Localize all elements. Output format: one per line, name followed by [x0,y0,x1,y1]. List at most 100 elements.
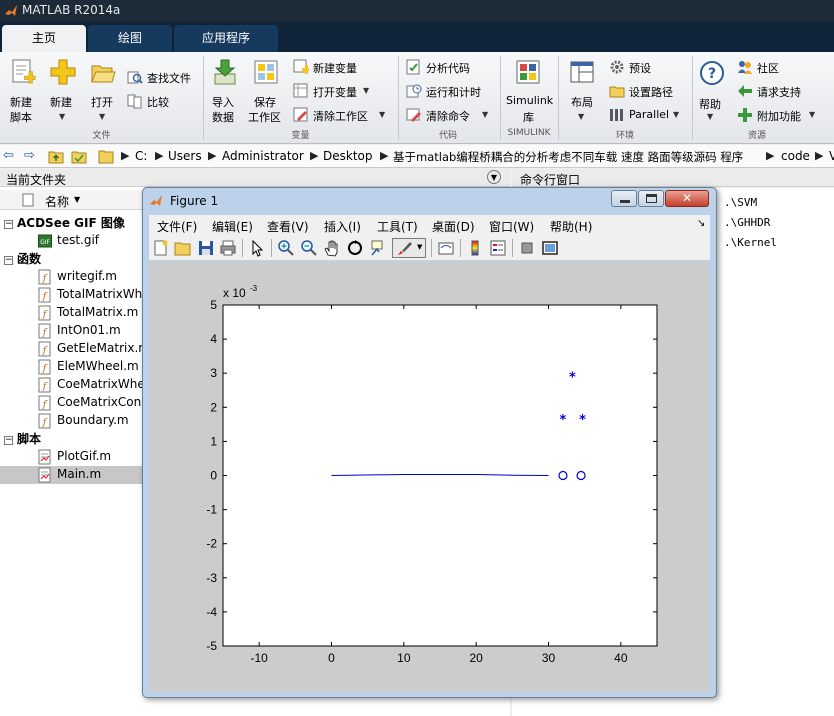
new-variable-button[interactable]: 新建变量 [293,58,393,76]
new-button[interactable]: 新建 ▼ [46,56,80,124]
ribbon-toolstrip: 新建 脚本 新建 ▼ 打开 ▼ 查找文件 比较 文件 导入 数据 保存 工作区 … [0,52,834,144]
collapse-icon[interactable]: − [4,436,13,445]
link-plot-icon[interactable] [437,239,455,257]
file-group-header[interactable]: − 函数 [4,250,41,267]
colorbar-icon[interactable] [466,239,484,257]
save-icon[interactable] [197,239,215,257]
new-figure-icon[interactable] [152,239,170,257]
clear-commands-button[interactable]: 清除命令 ▼ [406,106,496,124]
tab-plots[interactable]: 绘图 [88,25,172,52]
show-plot-tools-icon[interactable] [541,239,559,257]
add-ons-button[interactable]: 附加功能 ▼ [737,106,827,124]
hide-plot-tools-icon[interactable] [518,239,536,257]
data-cursor-icon[interactable] [369,239,387,257]
figure-window[interactable]: Figure 1 ✕ 文件(F) 编辑(E) 查看(V) 插入(I) 工具(T)… [142,187,717,698]
community-button[interactable]: 社区 [737,58,827,76]
open-variable-button[interactable]: 打开变量 ▼ [293,82,393,100]
save-workspace-button[interactable]: 保存 工作区 [246,56,286,124]
parallel-button[interactable]: Parallel ▼ [609,106,689,124]
layout-label: 布局 [571,96,593,109]
menu-tools[interactable]: 工具(T) [377,218,418,235]
zoom-in-icon[interactable] [277,239,295,257]
menu-edit[interactable]: 编辑(E) [212,218,253,235]
import-label-1: 导入 [212,96,234,109]
path-segment[interactable]: C: [135,149,147,163]
run-and-time-button[interactable]: 运行和计时 [406,82,496,100]
tab-apps[interactable]: 应用程序 [174,25,278,52]
svg-text:?: ? [708,66,716,82]
zoom-out-icon[interactable] [300,239,318,257]
open-file-icon[interactable] [174,239,192,257]
path-segment[interactable]: Users [168,149,202,163]
brush-tool-button[interactable]: ▼ [392,238,426,258]
save-ws-label-1: 保存 [254,96,276,109]
app-title-bar: MATLAB R2014a [0,0,834,22]
simulink-library-button[interactable]: Simulink 库 [503,56,555,124]
path-segment[interactable]: code [781,149,810,163]
function-file-icon: f [38,341,51,357]
figure-title-bar[interactable]: Figure 1 ✕ [143,188,716,214]
chevron-down-icon: ▼ [707,112,714,121]
path-segment[interactable]: V [829,149,834,163]
compare-button[interactable]: 比较 [127,92,199,110]
dock-arrow-icon[interactable]: ↘ [697,218,705,229]
request-support-label: 请求支持 [757,86,801,99]
plot-svg[interactable]: -10 0 10 20 30 40-5-4-3-2-1012345x 10 -3*** [149,262,710,692]
file-group-header[interactable]: − ACDSee GIF 图像 [4,214,125,231]
rotate-3d-icon[interactable] [346,239,364,257]
help-button[interactable]: ? 帮助 ▼ [696,56,728,124]
print-icon[interactable] [219,239,237,257]
support-icon [738,85,752,97]
menu-view[interactable]: 查看(V) [267,218,309,235]
column-header[interactable]: 名称 ▼ [0,190,150,210]
legend-icon[interactable] [489,239,507,257]
pan-hand-icon[interactable] [323,239,341,257]
clear-workspace-icon [293,107,308,122]
menu-help[interactable]: 帮助(H) [550,218,592,235]
menu-insert[interactable]: 插入(I) [324,218,361,235]
menu-desktop[interactable]: 桌面(D) [432,218,475,235]
new-script-button[interactable]: 新建 脚本 [4,56,42,124]
file-group-header[interactable]: − 脚本 [4,430,41,447]
panel-menu-icon[interactable]: ▼ [487,170,501,184]
path-segment[interactable]: 基于matlab编程桥耦合的分析考虑不同车载 速度 路面等级源码 程序 [393,149,743,165]
find-files-button[interactable]: 查找文件 [127,68,199,86]
browse-folder-icon[interactable] [71,149,87,164]
clear-workspace-button[interactable]: 清除工作区 ▼ [293,106,393,124]
close-button[interactable]: ✕ [665,190,709,207]
analyze-code-button[interactable]: 分析代码 [406,58,496,76]
brush-icon [398,242,412,255]
group-label-variable: 变量 [291,131,310,141]
open-variable-icon [293,83,308,98]
maximize-button[interactable] [638,190,664,207]
preferences-button[interactable]: 预设 [609,58,689,76]
request-support-button[interactable]: 请求支持 [737,82,827,100]
collapse-icon[interactable]: − [4,256,13,265]
path-segment[interactable]: Desktop [323,149,373,163]
minimize-button[interactable] [611,190,637,207]
ribbon-tab-bar: 主页 绘图 应用程序 [0,22,834,52]
menu-file[interactable]: 文件(F) [157,218,197,235]
import-data-button[interactable]: 导入 数据 [207,56,243,124]
forward-arrow-icon[interactable]: ⇨ [24,148,35,163]
back-arrow-icon[interactable]: ⇦ [3,148,14,163]
y-tick-label: -5 [206,639,217,653]
layout-button[interactable]: 布局 ▼ [562,56,602,124]
path-segment[interactable]: Administrator [222,149,304,163]
chevron-down-icon: ▼ [59,112,66,121]
file-item[interactable]: Main.m [0,466,150,484]
set-path-button[interactable]: 设置路径 [609,82,689,100]
tab-home[interactable]: 主页 [2,25,86,52]
compare-icon [127,94,142,109]
figure-canvas[interactable]: -10 0 10 20 30 40 -5 -4 -3 -2 -1 0 1 2 3 4 5 x 10 -3 * * * [149,262,710,692]
address-bar[interactable]: ⇦ ⇨ ▶ C: ▶ Users ▶ Administrator ▶ Deskt… [0,145,834,168]
group-label-resources: 资源 [747,131,766,141]
pointer-icon[interactable] [248,239,266,257]
function-file-icon: f [38,287,51,303]
clear-workspace-label: 清除工作区 [313,110,368,123]
collapse-icon[interactable]: − [4,220,13,229]
figure-toolbar: ▼ [149,235,710,261]
up-folder-icon[interactable] [48,149,64,164]
menu-window[interactable]: 窗口(W) [489,218,534,235]
open-button[interactable]: 打开 ▼ [86,56,120,124]
